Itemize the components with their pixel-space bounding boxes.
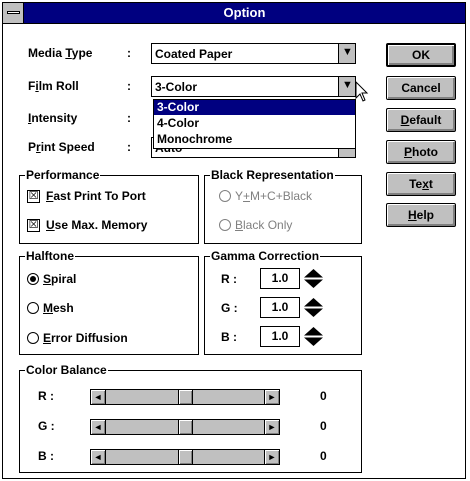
balance-g-label: G : [38, 419, 55, 433]
scroll-right-icon[interactable]: ► [264, 420, 279, 434]
black-representation-group: Black Representation Y+M+C+Black Black O… [204, 168, 362, 244]
balance-b-label: B : [38, 449, 54, 463]
film-roll-dropdown-button[interactable]: ▼ [338, 77, 355, 96]
film-roll-option-3-color[interactable]: 3-Color [154, 100, 355, 115]
film-roll-dropdown-list: 3-Color 4-Color Monochrome [153, 99, 356, 149]
spiral-label[interactable]: Spiral [43, 272, 76, 286]
performance-group-title: Performance [25, 168, 101, 182]
balance-r-slider[interactable]: ◄ ► [90, 389, 280, 405]
max-memory-checkbox[interactable]: ☒ [27, 219, 40, 232]
error-diffusion-radio[interactable] [27, 332, 39, 344]
system-menu-button[interactable] [3, 3, 24, 23]
gamma-correction-group: Gamma Correction R : 1.0 G : 1.0 B : 1.0 [204, 249, 362, 355]
media-type-combo[interactable]: Coated Paper ▼ [151, 43, 356, 64]
text-button[interactable]: Text [386, 172, 456, 196]
black-representation-group-title: Black Representation [210, 168, 335, 182]
media-type-value: Coated Paper [155, 47, 233, 61]
ymcblack-label[interactable]: Y+M+C+Black [235, 189, 312, 203]
scroll-left-icon[interactable]: ◄ [91, 450, 106, 464]
gamma-r-input[interactable]: 1.0 [260, 268, 300, 289]
ymcblack-radio[interactable] [219, 190, 231, 202]
gamma-b-input[interactable]: 1.0 [260, 326, 300, 347]
black-only-radio[interactable] [219, 219, 231, 231]
halftone-group-title: Halftone [25, 249, 75, 263]
balance-g-slider[interactable]: ◄ ► [90, 419, 280, 435]
gamma-r-spin-icon[interactable] [303, 268, 324, 289]
gamma-g-input[interactable]: 1.0 [260, 297, 300, 318]
balance-g-value: 0 [320, 419, 327, 433]
gamma-g-spin-icon[interactable] [303, 297, 324, 318]
fast-print-label[interactable]: Fast Print To Port [46, 189, 146, 203]
system-menu-icon [7, 11, 20, 14]
cancel-button[interactable]: Cancel [386, 76, 456, 100]
intensity-label: Intensity [28, 111, 78, 125]
balance-b-value: 0 [320, 449, 327, 463]
balance-r-thumb[interactable] [178, 390, 193, 404]
scroll-right-icon[interactable]: ► [264, 390, 279, 404]
film-roll-option-4-color[interactable]: 4-Color [154, 116, 355, 131]
default-button[interactable]: Default [386, 108, 456, 132]
error-diffusion-label[interactable]: Error Diffusion [43, 331, 128, 345]
film-roll-value: 3-Color [155, 80, 197, 94]
gamma-b-label: B : [221, 330, 237, 344]
ok-button[interactable]: OK [386, 43, 456, 67]
media-type-colon: : [127, 46, 131, 60]
balance-g-thumb[interactable] [178, 420, 193, 434]
film-roll-label: Film Roll [28, 79, 79, 93]
intensity-colon: : [127, 111, 131, 125]
help-button[interactable]: Help [386, 203, 456, 227]
max-memory-label[interactable]: Use Max. Memory [46, 218, 147, 232]
spiral-radio[interactable] [27, 273, 39, 285]
black-only-label[interactable]: Black Only [235, 218, 292, 232]
gamma-correction-group-title: Gamma Correction [210, 249, 321, 263]
media-type-label: Media Type [28, 46, 93, 60]
film-roll-option-monochrome[interactable]: Monochrome [154, 132, 355, 147]
halftone-group: Halftone Spiral Mesh Error Diffusion [19, 249, 199, 355]
scroll-right-icon[interactable]: ► [264, 450, 279, 464]
scroll-left-icon[interactable]: ◄ [91, 420, 106, 434]
color-balance-group: Color Balance R : ◄ ► 0 G : ◄ ► 0 B : ◄ … [19, 363, 362, 473]
media-type-dropdown-button[interactable]: ▼ [338, 44, 355, 63]
fast-print-checkbox[interactable]: ☒ [27, 190, 40, 203]
title-bar[interactable]: Option [3, 3, 465, 24]
print-speed-colon: : [127, 140, 131, 154]
balance-r-value: 0 [320, 389, 327, 403]
chevron-down-icon: ▼ [342, 79, 353, 91]
option-dialog: Option Media Type : Coated Paper ▼ Film … [2, 2, 466, 479]
window-title: Option [223, 5, 266, 20]
mouse-pointer-icon [355, 81, 369, 102]
gamma-g-label: G : [221, 301, 238, 315]
balance-b-slider[interactable]: ◄ ► [90, 449, 280, 465]
mesh-radio[interactable] [27, 302, 39, 314]
balance-r-label: R : [38, 389, 54, 403]
print-speed-label: Print Speed [28, 140, 95, 154]
photo-button[interactable]: Photo [386, 140, 456, 164]
performance-group: Performance ☒ Fast Print To Port ☒ Use M… [19, 168, 199, 244]
radio-selected-dot [30, 276, 36, 282]
gamma-b-spin-icon[interactable] [303, 326, 324, 347]
color-balance-group-title: Color Balance [25, 363, 108, 377]
film-roll-colon: : [127, 79, 131, 93]
scroll-left-icon[interactable]: ◄ [91, 390, 106, 404]
gamma-r-label: R : [221, 272, 237, 286]
balance-b-thumb[interactable] [178, 450, 193, 464]
chevron-down-icon: ▼ [342, 46, 353, 58]
film-roll-combo[interactable]: 3-Color ▼ [151, 76, 356, 97]
mesh-label[interactable]: Mesh [43, 301, 74, 315]
